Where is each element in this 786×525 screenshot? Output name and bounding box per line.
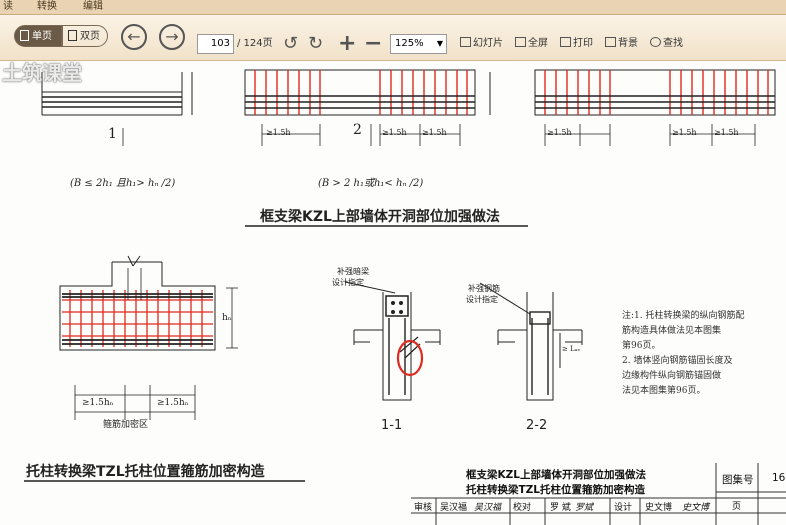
page-label: 页 xyxy=(732,502,742,512)
top-beam-2 xyxy=(244,69,491,116)
lower-dim-label-1: ≥1.5hₙ xyxy=(82,398,114,408)
dim-label: ≥1.5h xyxy=(382,128,407,137)
red-annotation-circle xyxy=(396,339,424,377)
check-signature: 罗斌 xyxy=(575,503,594,513)
section-1-1-label: 1-1 xyxy=(381,418,403,433)
lower-dim-label-2: ≥1.5hₙ xyxy=(157,398,189,408)
titleblock-title-1: 框支梁KZL上部墙体开洞部位加强做法 xyxy=(466,469,646,481)
note-line: 注:1. 托柱转换梁的纵向钢筋配 xyxy=(622,311,745,321)
callout-1-line2: 设计指定 xyxy=(332,278,364,287)
atlas-label: 图集号 xyxy=(722,474,754,486)
review-label: 审核 xyxy=(414,503,433,513)
figure-label-2: 2 xyxy=(353,122,362,138)
design-label: 设计 xyxy=(614,503,633,513)
dim-label: ≥1.5h xyxy=(547,128,572,137)
note-line: 筋构造具体做法见本图集 xyxy=(622,326,722,336)
review-signature: 吴汉福 xyxy=(474,503,502,513)
atlas-value: 16 xyxy=(772,472,786,484)
section-2-2-label: 2-2 xyxy=(526,418,548,433)
review-name: 吴汉福 xyxy=(440,503,468,513)
condition-text-2: (B > 2 h₁或h₁< hₙ /2) xyxy=(318,178,424,189)
transfer-beam-stirrups xyxy=(62,290,213,347)
notes-block: 注:1. 托柱转换梁的纵向钢筋配 筋构造具体做法见本图集 第96页。 2. 墙体… xyxy=(622,309,782,399)
check-label: 校对 xyxy=(513,503,532,513)
check-name: 罗 斌 xyxy=(550,503,571,513)
watermark-logo: 土筑课堂 xyxy=(2,61,82,85)
figure-label-1: 1 xyxy=(108,126,117,142)
beam-height-label: hₙ xyxy=(222,313,232,323)
note-line: 法见本图集第96页。 xyxy=(622,386,706,396)
titleblock-title-2: 托柱转换梁TZL托柱位置箍筋加密构造 xyxy=(466,484,645,496)
section-1-1-drawing xyxy=(344,281,441,401)
note-line: 边缘构件纵向钢筋锚固做 xyxy=(622,371,722,381)
note-line: 第96页。 xyxy=(622,341,661,351)
note-line: 2. 墙体竖向钢筋锚固长度及 xyxy=(622,356,733,366)
drawing-canvas xyxy=(24,69,786,525)
callout-2-line2: 设计指定 xyxy=(466,295,498,304)
top-beam-3 xyxy=(534,69,776,116)
dim-label: ≥1.5h xyxy=(266,128,291,137)
callout-1-line1: 补强暗梁 xyxy=(337,267,369,276)
anchor-length-label: ≥ Lₐₑ xyxy=(562,345,581,353)
dim-label: ≥1.5h xyxy=(714,128,739,137)
transfer-beam-drawing xyxy=(59,255,238,420)
section-title-bottom: 托柱转换梁TZL托柱位置箍筋加密构造 xyxy=(26,464,265,480)
condition-text-1: (B ≤ 2h₁ 且h₁> hₙ /2) xyxy=(70,178,176,189)
dim-label: ≥1.5h xyxy=(422,128,447,137)
dim-label: ≥1.5h xyxy=(672,128,697,137)
design-name: 史文博 xyxy=(645,503,673,513)
section-title-top: 框支梁KZL上部墙体开洞部位加强做法 xyxy=(260,209,500,225)
stirrup-zone-label: 箍筋加密区 xyxy=(103,420,149,430)
callout-2-line1: 补强钢筋 xyxy=(468,284,500,293)
design-signature: 史文博 xyxy=(682,503,710,513)
